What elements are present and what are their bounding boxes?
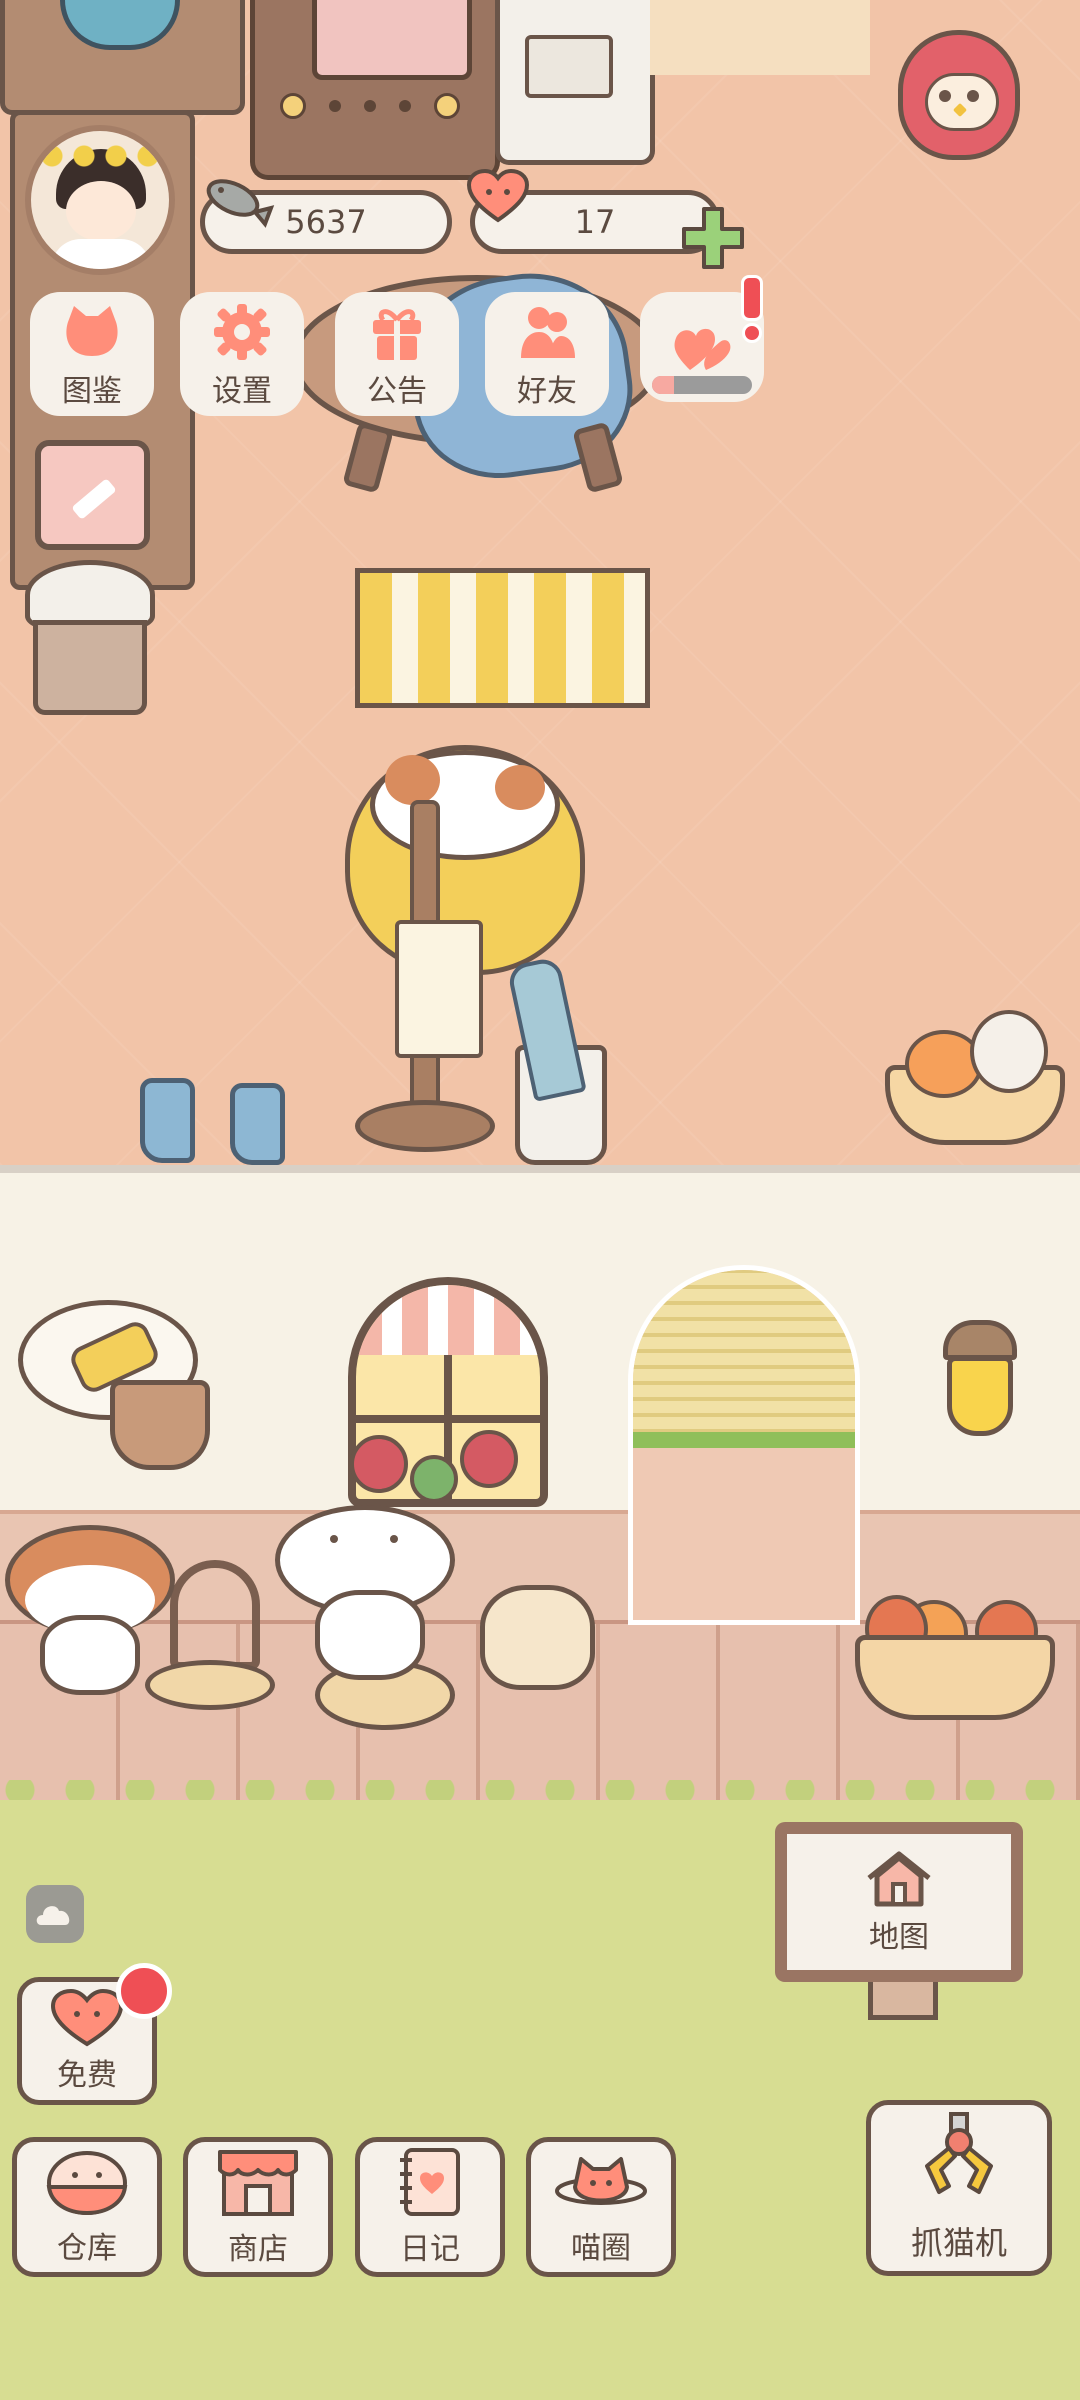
notice-label: 公告 xyxy=(367,374,427,409)
striped-rug[interactable] xyxy=(355,568,650,708)
notice-button[interactable]: 公告 xyxy=(335,292,459,416)
plus-icon[interactable] xyxy=(680,205,746,275)
shop-button[interactable]: 商店 xyxy=(183,2137,333,2277)
fish-count: 5637 xyxy=(285,203,367,241)
planet-cat-icon xyxy=(555,2157,647,2205)
map-label: 地图 xyxy=(869,1920,929,1955)
pencil-icon xyxy=(72,479,116,519)
cloud-icon xyxy=(36,1906,70,1925)
claw-icon xyxy=(925,2112,993,2194)
pumpkin-basket[interactable] xyxy=(855,1565,1055,1725)
friends-button[interactable]: 好友 xyxy=(485,292,609,416)
gear-icon xyxy=(214,304,270,360)
boots[interactable] xyxy=(135,1078,305,1168)
shop-label: 商店 xyxy=(228,2232,288,2267)
tv-screen xyxy=(312,0,472,80)
vegetable-basket[interactable] xyxy=(875,1000,1075,1150)
event-progress-bar xyxy=(652,376,752,394)
map-sign[interactable]: 地图 xyxy=(775,1822,1023,1982)
claw-label: 抓猫机 xyxy=(910,2224,1007,2262)
cat-head xyxy=(370,750,560,860)
gift-icon xyxy=(373,309,421,360)
heart-icon xyxy=(465,168,531,228)
plant-basket xyxy=(110,1380,210,1470)
ceramic-jar[interactable] xyxy=(480,1585,595,1690)
warehouse-button[interactable]: 仓库 xyxy=(12,2137,162,2277)
floor-rug-top xyxy=(650,0,870,75)
alert-icon xyxy=(740,275,764,343)
heart-icon xyxy=(50,1988,124,2047)
encyclopedia-button[interactable]: 图鉴 xyxy=(30,292,154,416)
tv-knobs xyxy=(280,93,460,119)
diary-icon xyxy=(400,2148,460,2216)
storage-icon xyxy=(46,2151,128,2216)
fridge-door xyxy=(525,35,613,98)
player-avatar[interactable] xyxy=(25,125,175,275)
fish-icon xyxy=(195,168,275,232)
encyclopedia-label: 图鉴 xyxy=(62,374,122,409)
friends-icon xyxy=(521,307,575,358)
settings-label: 设置 xyxy=(212,374,272,409)
warehouse-label: 仓库 xyxy=(57,2231,117,2266)
house-icon xyxy=(867,1851,931,1907)
heart-event-icon xyxy=(674,328,731,370)
wall-lantern[interactable] xyxy=(925,1320,1035,1470)
diary-label: 日记 xyxy=(400,2232,460,2267)
cloud-button[interactable] xyxy=(26,1885,84,1943)
doorway[interactable] xyxy=(628,1265,860,1625)
free-label: 免费 xyxy=(57,2058,117,2093)
heart-count: 17 xyxy=(574,203,616,241)
cat-circle-button[interactable]: 喵圈 xyxy=(526,2137,676,2277)
sketch-card[interactable] xyxy=(35,440,150,550)
claw-machine-button[interactable]: 抓猫机 xyxy=(866,2100,1052,2276)
diary-button[interactable]: 日记 xyxy=(355,2137,505,2277)
notification-dot xyxy=(116,1963,172,2019)
cat-face-icon xyxy=(66,306,118,356)
cat-circle-label: 喵圈 xyxy=(571,2231,631,2266)
trash-bin[interactable] xyxy=(25,560,155,715)
friends-label: 好友 xyxy=(517,374,577,409)
rack-base xyxy=(355,1100,495,1152)
towel xyxy=(395,920,483,1058)
flower-crown xyxy=(36,141,166,171)
shop-icon xyxy=(218,2150,298,2216)
white-cat[interactable] xyxy=(270,1480,460,1680)
daruma-doll[interactable] xyxy=(898,30,1020,160)
avatar-face xyxy=(66,181,136,241)
settings-button[interactable]: 设置 xyxy=(180,292,304,416)
calico-cat[interactable] xyxy=(0,1515,180,1695)
